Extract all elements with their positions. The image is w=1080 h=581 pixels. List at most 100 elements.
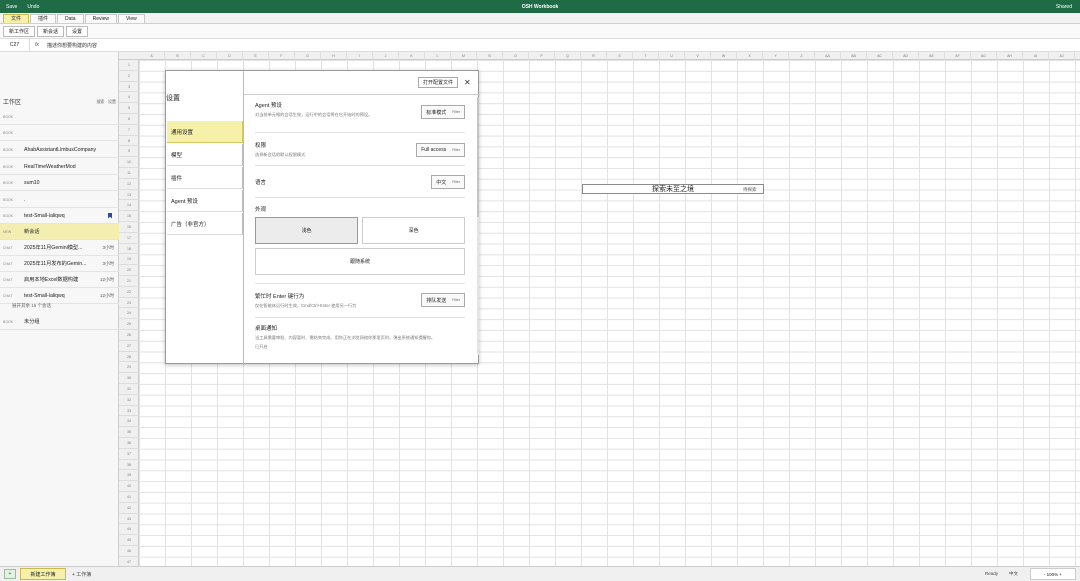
new-session-button[interactable]: 新会话 (37, 25, 65, 37)
column-header[interactable]: AC (867, 52, 893, 60)
column-header[interactable]: AB (841, 52, 867, 60)
row-header[interactable]: 4 (119, 92, 139, 104)
open-config-button[interactable]: 打开配置文件 (418, 77, 459, 88)
column-header[interactable]: G (295, 52, 321, 60)
column-header[interactable]: B (165, 52, 191, 60)
column-header[interactable]: D (217, 52, 243, 60)
row-header[interactable]: 47 (119, 557, 139, 566)
column-header[interactable]: E (243, 52, 269, 60)
row-header[interactable]: 3 (119, 82, 139, 93)
column-header[interactable]: U (659, 52, 685, 60)
row-header[interactable]: 29 (119, 362, 139, 374)
row-header[interactable]: 10 (119, 157, 139, 168)
row-header[interactable]: 18 (119, 244, 139, 255)
column-header[interactable]: S (607, 52, 633, 60)
column-header[interactable]: AF (945, 52, 971, 60)
session-item[interactable]: CHAT 2025年11月Gemini模型... 3小时 (0, 240, 119, 256)
nav-agent-presets[interactable]: Agent 预设 (167, 190, 243, 212)
row-header[interactable]: 44 (119, 524, 139, 536)
row-header[interactable]: 1 (119, 60, 139, 71)
column-header[interactable]: AJ (1049, 52, 1075, 60)
row-header[interactable]: 37 (119, 449, 139, 460)
session-item-active[interactable]: NEW 新会话 (0, 224, 119, 240)
column-header[interactable]: AK (1075, 52, 1080, 60)
sheet-tab[interactable]: 新建工作簿 (20, 568, 66, 580)
workspace-item[interactable]: BOOK test-Small-laliqwq (0, 208, 119, 224)
nav-plugins[interactable]: 插件 (167, 167, 243, 189)
column-header[interactable]: W (711, 52, 737, 60)
column-header[interactable]: A (139, 52, 165, 60)
column-header[interactable]: P (529, 52, 555, 60)
column-header[interactable]: AI (1023, 52, 1049, 60)
row-header[interactable]: 19 (119, 254, 139, 266)
column-header[interactable]: AG (971, 52, 997, 60)
merged-cell[interactable]: 探索未至之境 (582, 184, 764, 194)
column-header[interactable]: AH (997, 52, 1023, 60)
row-header[interactable]: 32 (119, 395, 139, 406)
session-item[interactable]: CHAT test-Small-laliqwq 12小时 (0, 288, 119, 304)
column-header[interactable]: L (425, 52, 451, 60)
row-header[interactable]: 31 (119, 384, 139, 395)
session-item[interactable]: CHAT 2025年11月发布的Gemin... 3小时 (0, 256, 119, 272)
row-header[interactable]: 43 (119, 514, 139, 525)
row-header[interactable]: 5 (119, 103, 139, 114)
close-icon[interactable]: ✕ (464, 77, 471, 88)
column-header[interactable]: AE (919, 52, 945, 60)
permission-select[interactable]: Full access Filter (416, 143, 465, 157)
enter-behavior-select[interactable]: 排队发送 Filter (421, 293, 465, 307)
tab-file[interactable]: 文件 (3, 14, 30, 23)
column-header[interactable]: M (451, 52, 477, 60)
row-header[interactable]: 17 (119, 233, 139, 244)
workspace-item[interactable]: BOOK (0, 109, 119, 125)
column-header[interactable]: AA (815, 52, 841, 60)
row-header[interactable]: 46 (119, 546, 139, 557)
name-box[interactable]: C27 (0, 39, 30, 51)
notification-status[interactable]: 已开启 (255, 344, 385, 350)
expand-sessions-link[interactable]: 展开其余 16 个会话 (12, 303, 51, 309)
row-header[interactable]: 16 (119, 222, 139, 233)
theme-system-button[interactable]: 跟随系统 (255, 248, 465, 275)
workspace-item[interactable]: BOOK AhabAssistantLimbusCompany (0, 142, 119, 158)
row-header[interactable]: 7 (119, 125, 139, 136)
row-header[interactable]: 42 (119, 503, 139, 514)
row-header[interactable]: 36 (119, 438, 139, 449)
row-header[interactable]: 39 (119, 470, 139, 482)
workspace-item[interactable]: BOOK . (0, 192, 119, 208)
tab-plugins[interactable]: 插件 (30, 14, 57, 23)
row-header[interactable]: 2 (119, 71, 139, 82)
zoom-control[interactable]: - 100% + (1030, 568, 1076, 580)
column-header[interactable]: Z (789, 52, 815, 60)
workspace-item[interactable]: BOOK sum10 (0, 175, 119, 191)
session-item[interactable]: CHAT 启用本地Excel数据构建 12小时 (0, 272, 119, 288)
column-header[interactable]: F (269, 52, 295, 60)
row-header[interactable]: 15 (119, 211, 139, 222)
row-header[interactable]: 34 (119, 416, 139, 428)
column-header[interactable]: T (633, 52, 659, 60)
row-header[interactable]: 14 (119, 200, 139, 212)
row-header[interactable]: 6 (119, 114, 139, 125)
theme-dark-button[interactable]: 深色 (362, 217, 465, 244)
column-header[interactable]: I (347, 52, 373, 60)
row-header[interactable]: 12 (119, 179, 139, 190)
tab-view[interactable]: View (118, 14, 145, 23)
row-header[interactable]: 23 (119, 298, 139, 309)
row-header[interactable]: 40 (119, 481, 139, 492)
row-header[interactable]: 38 (119, 460, 139, 471)
row-header[interactable]: 20 (119, 265, 139, 276)
tab-data[interactable]: Data (57, 14, 84, 23)
row-header[interactable]: 45 (119, 535, 139, 546)
row-header[interactable]: 22 (119, 287, 139, 298)
row-header[interactable]: 28 (119, 352, 139, 363)
shared-button[interactable]: Shared (1056, 4, 1072, 10)
ungrouped-item[interactable]: BOOK 未分组 (0, 314, 119, 330)
tab-review[interactable]: Review (84, 14, 117, 23)
row-header[interactable]: 13 (119, 190, 139, 201)
column-header[interactable]: Y (763, 52, 789, 60)
column-header[interactable]: H (321, 52, 347, 60)
add-sheet-button[interactable]: + 工作簿 (72, 571, 91, 578)
workspace-item[interactable]: BOOK RealTimeWeatherMod (0, 159, 119, 175)
column-header[interactable]: K (399, 52, 425, 60)
row-header[interactable]: 9 (119, 146, 139, 158)
row-header[interactable]: 8 (119, 136, 139, 147)
formula-input[interactable]: 描述你想要构建的内容 (44, 42, 97, 49)
